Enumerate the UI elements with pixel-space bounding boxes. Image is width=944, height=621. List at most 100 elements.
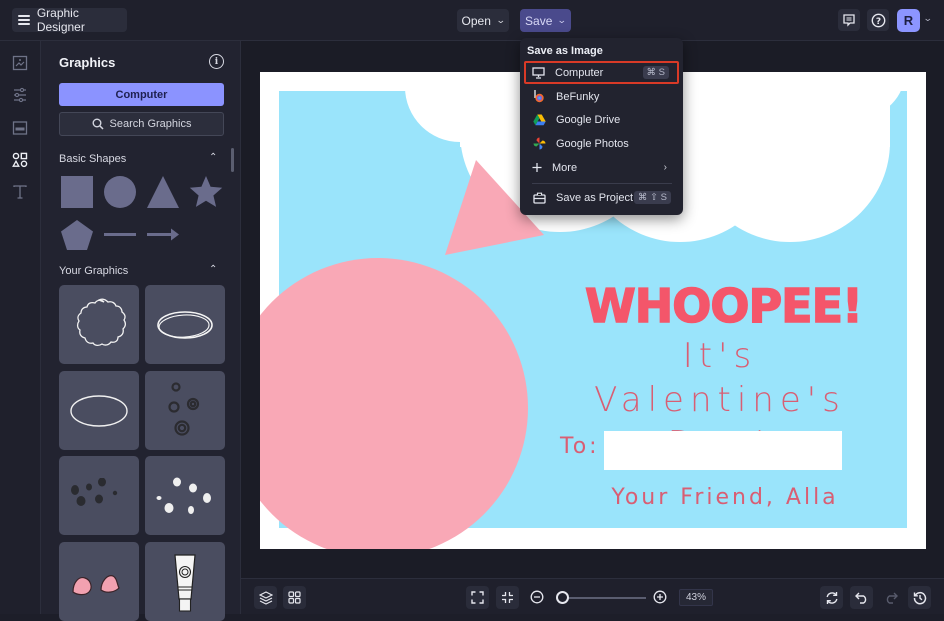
search-graphics-label: Search Graphics — [109, 118, 192, 130]
zoom-in-icon — [653, 590, 667, 604]
panel-scrollbar[interactable] — [231, 148, 234, 172]
save-dropdown-menu: Save as Image Computer ⌘ S BeFunky Googl… — [520, 38, 683, 215]
rail-item-graphics[interactable] — [11, 151, 29, 169]
zoom-in-button[interactable] — [653, 590, 667, 609]
shape-square[interactable] — [61, 176, 93, 208]
graphic-tile[interactable] — [145, 371, 225, 450]
white-spots-graphic — [156, 477, 211, 514]
open-label: Open — [461, 13, 491, 28]
shape-arrow[interactable] — [147, 228, 179, 241]
shape-circle[interactable] — [104, 176, 136, 208]
graphic-tile[interactable] — [59, 285, 139, 364]
top-bar: Graphic Designer Open ⌄ Save ⌄ ? R ⌄ — [0, 0, 944, 41]
scalloped-frame-graphic — [76, 298, 127, 346]
dark-circles-graphic — [168, 381, 200, 436]
zoom-percentage[interactable]: 43% — [679, 589, 713, 606]
graphic-tile[interactable] — [59, 371, 139, 450]
chevron-down-icon: ⌄ — [557, 15, 568, 25]
chevron-up-icon[interactable]: ⌃ — [209, 264, 217, 275]
history-icon — [913, 591, 926, 604]
shape-pentagon[interactable] — [61, 220, 93, 250]
help-icon: ? — [871, 13, 885, 27]
reset-button[interactable] — [820, 586, 843, 609]
menu-item-befunky[interactable]: BeFunky — [524, 85, 679, 108]
graphics-panel: Graphics i Computer Search Graphics Basi… — [41, 41, 241, 621]
menu-item-label: Computer — [555, 66, 604, 79]
signature-text[interactable]: Your Friend, Alla — [600, 485, 850, 510]
shortcut-badge: ⌘ S — [642, 66, 669, 79]
chevron-down-icon: ⌄ — [495, 15, 506, 25]
avatar[interactable]: R — [897, 9, 920, 32]
help-button[interactable]: ? — [867, 9, 889, 31]
subline-line-1: It's Valentine's — [594, 336, 846, 420]
panel-title: Graphics — [59, 55, 116, 70]
graphic-tile[interactable] — [59, 456, 139, 535]
rail-item-image[interactable] — [11, 54, 29, 72]
rail-item-layout[interactable] — [11, 119, 29, 137]
expand-icon — [471, 591, 484, 604]
layers-icon — [258, 590, 273, 605]
menu-item-save-as-project[interactable]: Save as Project ⌘ ⇧ S — [524, 186, 679, 209]
history-button[interactable] — [908, 586, 931, 609]
menu-icon — [18, 15, 30, 25]
zoom-slider-track[interactable] — [563, 597, 646, 599]
search-graphics-button[interactable]: Search Graphics — [59, 112, 224, 136]
rail-item-adjust[interactable] — [11, 86, 29, 104]
oval-outline-graphic — [70, 394, 128, 427]
menu-item-more[interactable]: More › — [524, 156, 679, 179]
rail-item-text[interactable] — [11, 183, 29, 201]
layers-button[interactable] — [254, 586, 277, 609]
redo-icon — [886, 592, 898, 604]
comments-button[interactable] — [838, 9, 860, 31]
save-label: Save — [525, 13, 553, 28]
fit-screen-button[interactable] — [466, 586, 489, 609]
graphic-tile[interactable] — [145, 456, 225, 535]
shape-line[interactable] — [104, 233, 136, 236]
menu-item-label: More — [552, 161, 578, 174]
adjustments-icon — [14, 87, 26, 103]
menu-item-computer[interactable]: Computer ⌘ S — [524, 61, 679, 84]
shape-triangle[interactable] — [147, 176, 179, 208]
google-photos-icon — [532, 137, 546, 151]
save-button[interactable]: Save ⌄ — [520, 9, 571, 32]
graphic-tile[interactable] — [145, 542, 225, 621]
monitor-icon — [531, 66, 545, 80]
menu-item-google-photos[interactable]: Google Photos — [524, 132, 679, 155]
pink-cheeks-graphic — [72, 574, 120, 595]
grid-button[interactable] — [283, 586, 306, 609]
text-icon — [13, 185, 27, 199]
tool-rail — [0, 41, 41, 614]
menu-item-label: Google Drive — [556, 113, 621, 126]
basic-shapes-grid — [61, 176, 223, 250]
shape-star[interactable] — [189, 176, 223, 207]
redo-button[interactable] — [879, 586, 902, 609]
recipient-box[interactable] — [604, 431, 842, 470]
menu-divider — [532, 183, 672, 184]
to-label[interactable]: To: — [560, 434, 600, 459]
chevron-down-icon[interactable]: ⌄ — [923, 13, 933, 24]
computer-upload-button[interactable]: Computer — [59, 83, 224, 106]
shrink-icon — [502, 592, 513, 603]
image-icon — [12, 55, 28, 71]
pink-circle-shape[interactable] — [260, 258, 528, 549]
undo-button[interactable] — [850, 586, 873, 609]
google-drive-icon — [532, 113, 546, 127]
refresh-icon — [826, 591, 837, 604]
open-button[interactable]: Open ⌄ — [457, 9, 509, 32]
menu-item-google-drive[interactable]: Google Drive — [524, 108, 679, 131]
menu-item-label: BeFunky — [556, 90, 600, 103]
zoom-out-button[interactable] — [530, 590, 544, 609]
menu-item-label: Save as Project — [556, 191, 634, 204]
graphic-tile[interactable] — [145, 285, 225, 364]
avatar-initial: R — [903, 13, 914, 28]
comment-icon — [843, 14, 855, 27]
chevron-up-icon[interactable]: ⌃ — [209, 152, 217, 163]
graphic-tile[interactable] — [59, 542, 139, 621]
actual-size-button[interactable] — [496, 586, 519, 609]
zoom-slider-handle[interactable] — [556, 591, 569, 604]
info-icon[interactable]: i — [209, 54, 224, 69]
app-menu-button[interactable]: Graphic Designer — [12, 6, 127, 34]
zoom-out-icon — [530, 590, 544, 604]
headline-text[interactable]: WHOOPEE! — [584, 278, 863, 334]
grid-icon — [288, 591, 301, 604]
